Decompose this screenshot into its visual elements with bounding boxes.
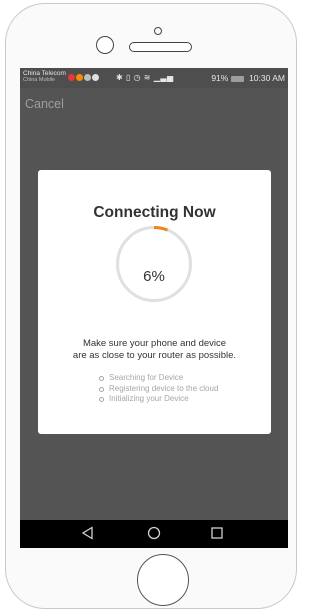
carrier-primary: China Telecom — [23, 70, 66, 77]
sensor-dot — [154, 27, 162, 35]
dialog-title: Connecting Now — [93, 204, 216, 221]
app-notification-icon — [68, 74, 75, 82]
carrier-info: China Telecom China Mobile — [23, 70, 66, 84]
system-icons: ✱ ▯ ◷ ≋ ▁▃▅ — [116, 73, 174, 82]
step-item: Searching for Device — [98, 373, 218, 384]
message-line-2: are as close to your router as possible. — [72, 350, 237, 361]
recent-apps-icon[interactable] — [210, 526, 224, 540]
status-bar: China Telecom China Mobile ✱ ▯ ◷ ≋ ▁▃▅ 9… — [20, 68, 288, 88]
vibrate-icon: ▯ — [125, 73, 131, 82]
battery-icon — [230, 75, 244, 82]
setup-steps: Searching for Device Registering device … — [98, 373, 218, 405]
app-notification-icon — [76, 74, 83, 82]
step-item: Initializing your Device — [98, 394, 218, 405]
battery-percent: 91% — [211, 73, 229, 83]
navigation-bar — [20, 520, 288, 548]
home-hardware-button[interactable] — [137, 554, 189, 606]
signal-icon: ▁▃▅ — [153, 73, 174, 82]
status-right: 91% 10:30 AM — [211, 73, 285, 83]
cancel-button[interactable]: Cancel — [25, 97, 64, 111]
earpiece-speaker — [129, 42, 192, 52]
notification-icons — [68, 73, 100, 82]
message-line-1: Make sure your phone and device — [82, 338, 227, 349]
connecting-dialog: Connecting Now 6% Make sure your phone a… — [38, 170, 271, 434]
front-camera — [96, 36, 114, 54]
chat-notification-icon — [92, 74, 99, 82]
progress-percent: 6% — [143, 268, 165, 285]
progress-track — [116, 226, 192, 302]
app-screen: China Telecom China Mobile ✱ ▯ ◷ ≋ ▁▃▅ 9… — [20, 68, 288, 548]
carrier-secondary: China Mobile — [23, 77, 56, 83]
alarm-icon: ◷ — [133, 73, 142, 82]
back-icon[interactable] — [81, 526, 95, 540]
proximity-message: Make sure your phone and device are as c… — [38, 338, 271, 362]
home-icon[interactable] — [147, 526, 161, 540]
step-item: Registering device to the cloud — [98, 384, 218, 395]
app-notification-icon — [84, 74, 91, 82]
bluetooth-icon: ✱ — [116, 73, 124, 82]
wifi-icon: ≋ — [143, 73, 151, 82]
progress-ring — [116, 226, 192, 302]
clock: 10:30 AM — [249, 73, 285, 83]
